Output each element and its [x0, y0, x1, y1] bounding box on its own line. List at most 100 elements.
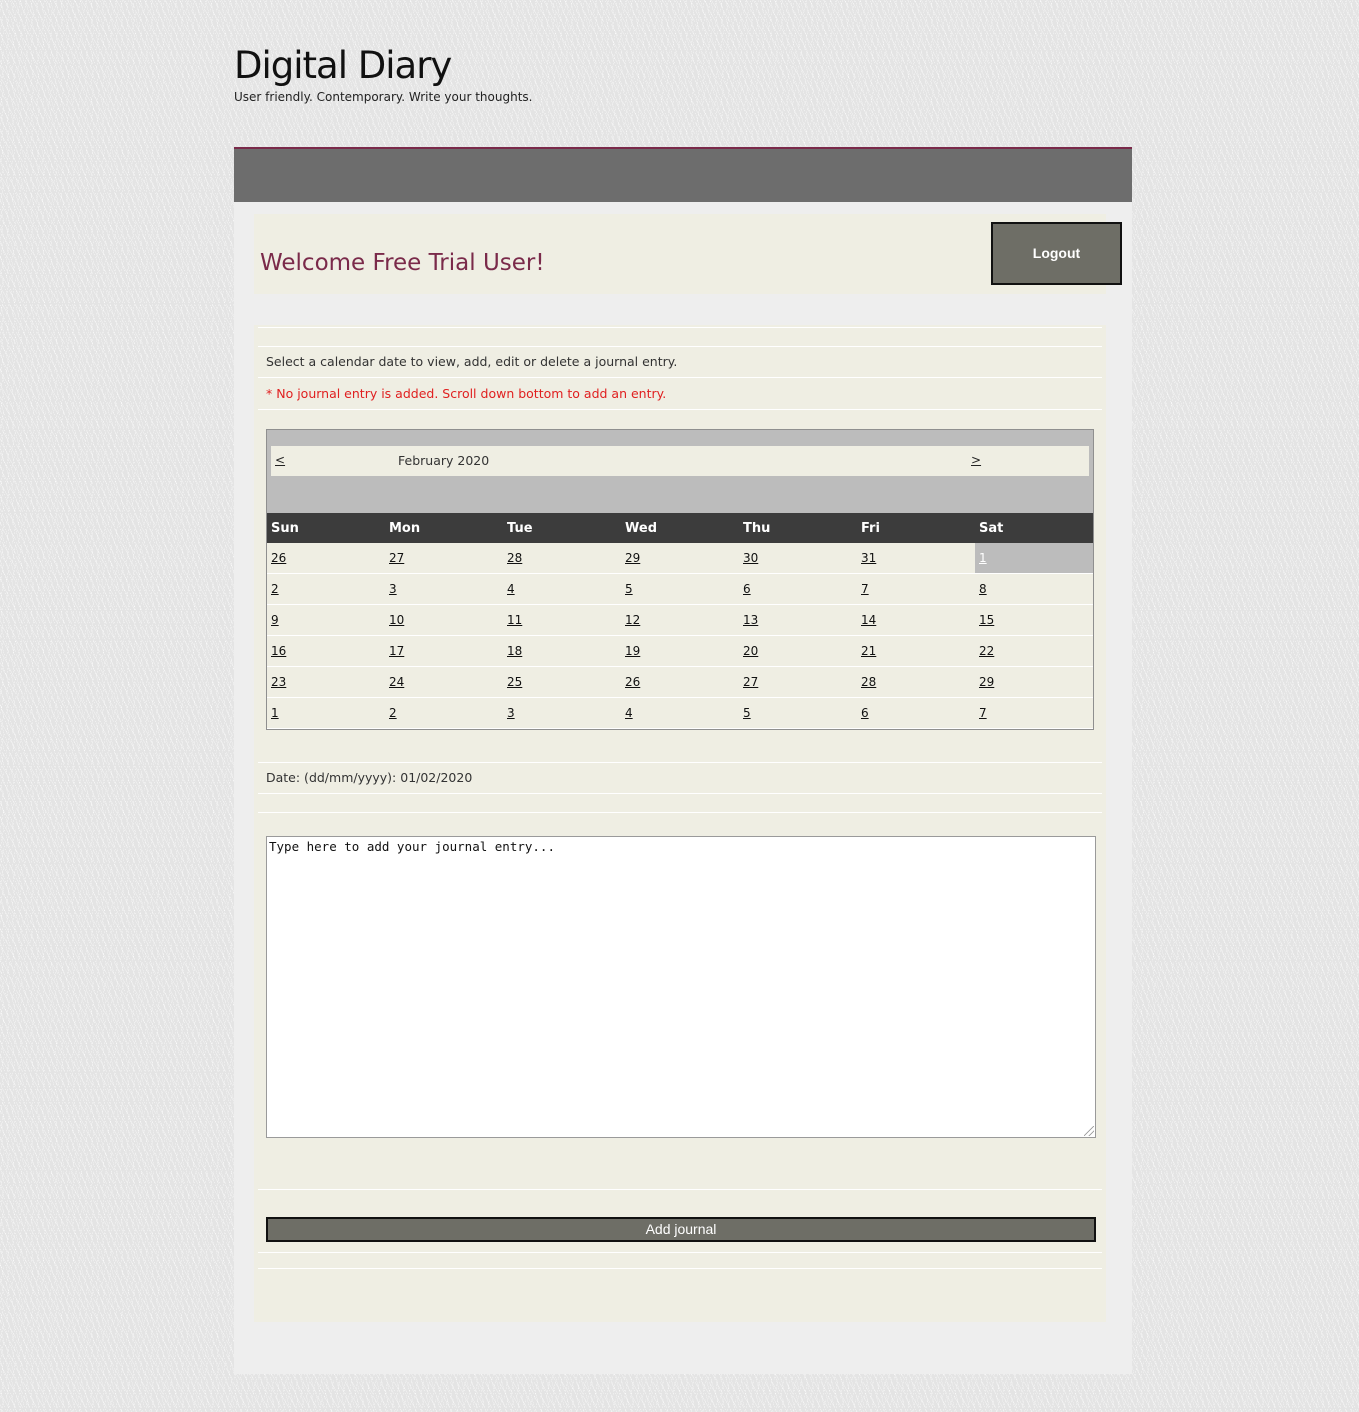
calendar-day-link[interactable]: 14 — [861, 613, 876, 627]
main-wrapper: Welcome Free Trial User! Logout Select a… — [234, 202, 1132, 1374]
calendar-month-label: February 2020 — [398, 453, 490, 468]
calendar-day-link[interactable]: 6 — [743, 582, 751, 596]
divider — [258, 327, 1102, 328]
calendar-day-cell: 24 — [385, 666, 503, 698]
calendar-day-link[interactable]: 21 — [861, 644, 876, 658]
calendar-day-link[interactable]: 3 — [507, 706, 515, 720]
calendar-day-cell: 23 — [267, 666, 385, 698]
calendar-day-cell: 27 — [739, 666, 857, 698]
calendar-day-link[interactable]: 16 — [271, 644, 286, 658]
calendar-day-link[interactable]: 11 — [507, 613, 522, 627]
calendar-day-link[interactable]: 20 — [743, 644, 758, 658]
calendar-day-cell: 28 — [857, 666, 975, 698]
calendar-day-link[interactable]: 1 — [271, 706, 279, 720]
welcome-panel: Welcome Free Trial User! Logout — [254, 214, 1122, 294]
calendar-day-link[interactable]: 10 — [389, 613, 404, 627]
journal-entry-textarea[interactable] — [266, 836, 1096, 1138]
calendar-day-cell: 6 — [739, 573, 857, 605]
calendar-day-cell: 22 — [975, 635, 1093, 667]
instruction-text: Select a calendar date to view, add, edi… — [266, 354, 678, 369]
calendar-day-link[interactable]: 18 — [507, 644, 522, 658]
calendar-day-link[interactable]: 22 — [979, 644, 994, 658]
divider — [258, 812, 1102, 813]
calendar-grid: Sun Mon Tue Wed Thu Fri Sat 26 27 28 29 — [267, 513, 1093, 729]
calendar-day-link[interactable]: 28 — [507, 551, 522, 565]
divider — [258, 1268, 1102, 1269]
calendar-day-link[interactable]: 27 — [389, 551, 404, 565]
calendar-day-link[interactable]: 4 — [507, 582, 515, 596]
calendar-week: 1 2 3 4 5 6 7 — [267, 697, 1093, 729]
calendar-day-cell: 4 — [621, 697, 739, 729]
calendar-day-cell: 19 — [621, 635, 739, 667]
calendar-day-link[interactable]: 12 — [625, 613, 640, 627]
calendar-day-cell: 8 — [975, 573, 1093, 605]
weekday-row: Sun Mon Tue Wed Thu Fri Sat — [267, 513, 1093, 543]
calendar-day-link[interactable]: 5 — [625, 582, 633, 596]
calendar-day-cell: 16 — [267, 635, 385, 667]
calendar-day-cell: 21 — [857, 635, 975, 667]
calendar-day-cell: 2 — [385, 697, 503, 729]
resize-handle-icon[interactable] — [1084, 1126, 1094, 1136]
site-header: Digital Diary User friendly. Contemporar… — [234, 44, 834, 104]
calendar-day-link[interactable]: 31 — [861, 551, 876, 565]
calendar-day-link[interactable]: 3 — [389, 582, 397, 596]
next-month-link[interactable]: > — [971, 453, 981, 467]
calendar-day-link[interactable]: 13 — [743, 613, 758, 627]
divider — [258, 377, 1102, 378]
calendar-day-link[interactable]: 25 — [507, 675, 522, 689]
calendar-day-link[interactable]: 15 — [979, 613, 994, 627]
calendar-day-cell: 5 — [739, 697, 857, 729]
calendar-day-link[interactable]: 27 — [743, 675, 758, 689]
calendar-day-link[interactable]: 23 — [271, 675, 286, 689]
calendar-day-link[interactable]: 26 — [625, 675, 640, 689]
divider — [258, 1189, 1102, 1190]
calendar-day-link[interactable]: 4 — [625, 706, 633, 720]
calendar-day-link[interactable]: 2 — [271, 582, 279, 596]
calendar-day-link[interactable]: 28 — [861, 675, 876, 689]
logout-button[interactable]: Logout — [991, 222, 1122, 285]
calendar-day-link[interactable]: 29 — [979, 675, 994, 689]
calendar-week: 16 17 18 19 20 21 22 — [267, 635, 1093, 667]
calendar-week: 9 10 11 12 13 14 15 — [267, 604, 1093, 636]
weekday-sun: Sun — [267, 513, 385, 543]
divider — [258, 409, 1102, 410]
calendar-day-link[interactable]: 29 — [625, 551, 640, 565]
calendar-day-link[interactable]: 9 — [271, 613, 279, 627]
calendar-day-link[interactable]: 5 — [743, 706, 751, 720]
add-journal-button[interactable]: Add journal — [266, 1217, 1096, 1242]
calendar-day-link[interactable]: 17 — [389, 644, 404, 658]
calendar-day-cell-selected: 1 — [975, 543, 1093, 574]
calendar-day-cell: 15 — [975, 604, 1093, 636]
calendar-day-link[interactable]: 8 — [979, 582, 987, 596]
calendar-day-cell: 26 — [621, 666, 739, 698]
calendar-day-cell: 10 — [385, 604, 503, 636]
weekday-thu: Thu — [739, 513, 857, 543]
calendar-day-cell: 11 — [503, 604, 621, 636]
calendar-day-link[interactable]: 7 — [861, 582, 869, 596]
calendar-day-cell: 20 — [739, 635, 857, 667]
calendar-day-cell: 31 — [857, 543, 975, 574]
divider — [258, 346, 1102, 347]
calendar: < February 2020 > Sun Mon Tue Wed Thu Fr… — [266, 429, 1094, 730]
calendar-day-cell: 13 — [739, 604, 857, 636]
calendar-day-cell: 7 — [857, 573, 975, 605]
calendar-day-link[interactable]: 24 — [389, 675, 404, 689]
calendar-day-cell: 29 — [975, 666, 1093, 698]
calendar-day-link[interactable]: 19 — [625, 644, 640, 658]
calendar-day-link[interactable]: 2 — [389, 706, 397, 720]
calendar-day-link[interactable]: 7 — [979, 706, 987, 720]
calendar-day-link[interactable]: 30 — [743, 551, 758, 565]
calendar-day-link[interactable]: 6 — [861, 706, 869, 720]
weekday-fri: Fri — [857, 513, 975, 543]
divider — [258, 762, 1102, 763]
calendar-day-link-selected[interactable]: 1 — [979, 551, 987, 565]
welcome-message: Welcome Free Trial User! — [260, 250, 545, 276]
calendar-day-cell: 3 — [385, 573, 503, 605]
calendar-day-cell: 4 — [503, 573, 621, 605]
calendar-day-cell: 18 — [503, 635, 621, 667]
prev-month-link[interactable]: < — [275, 453, 285, 467]
calendar-day-cell: 9 — [267, 604, 385, 636]
calendar-day-link[interactable]: 26 — [271, 551, 286, 565]
calendar-day-cell: 29 — [621, 543, 739, 574]
weekday-wed: Wed — [621, 513, 739, 543]
